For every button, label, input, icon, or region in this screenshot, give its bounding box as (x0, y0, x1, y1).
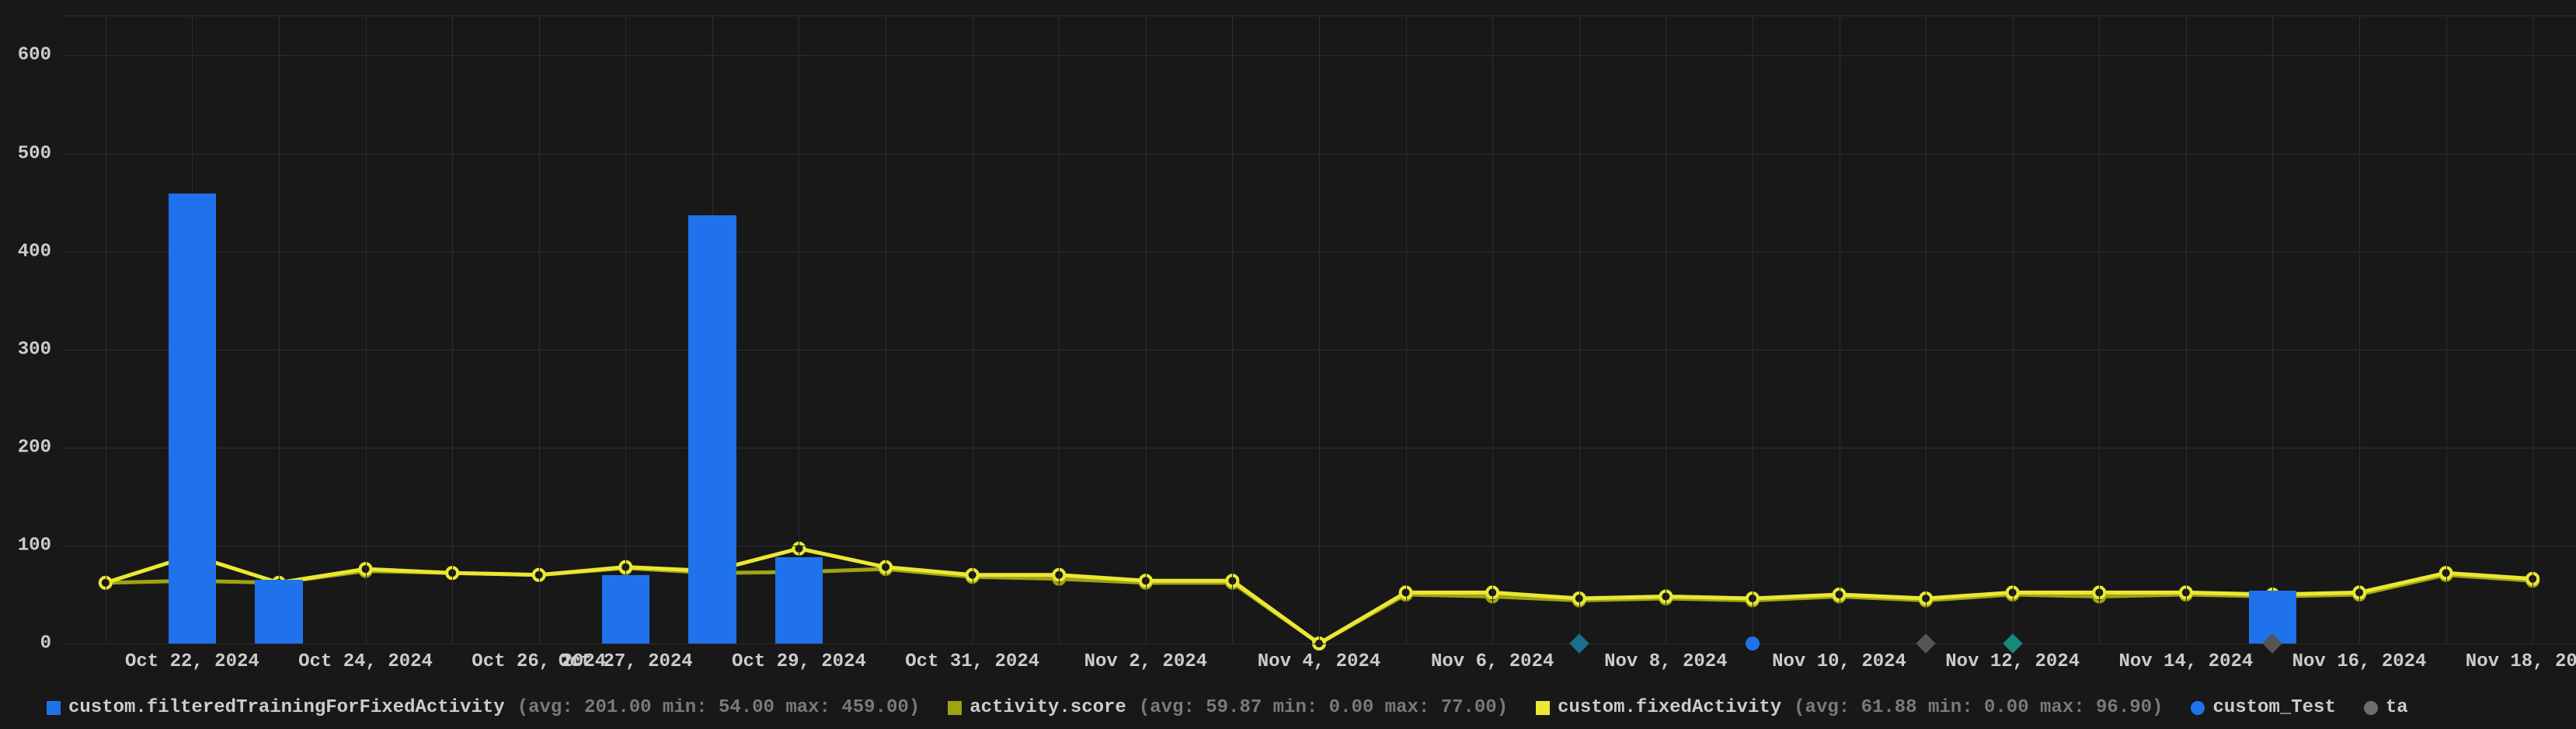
y-tick-label: 0 (40, 633, 62, 654)
legend-label: activity.score (969, 697, 1126, 718)
legend-swatch (2364, 701, 2378, 715)
legend-label: custom.fixedActivity (1558, 697, 1781, 718)
legend-item-activity-score[interactable]: activity.score (avg: 59.87 min: 0.00 max… (948, 697, 1508, 718)
point-marker[interactable] (1746, 637, 1760, 651)
legend-stats: (avg: 61.88 min: 0.00 max: 96.90) (1794, 697, 2163, 718)
legend-swatch (1536, 701, 1550, 715)
legend-label: ta (2386, 697, 2408, 718)
y-tick-label: 600 (18, 45, 62, 66)
x-tick-label: Oct 29, 2024 (732, 644, 866, 672)
bar[interactable] (688, 215, 736, 644)
y-tick-label: 200 (18, 437, 62, 458)
x-tick-label: Nov 4, 2024 (1258, 644, 1380, 672)
x-tick-label: Nov 18, 2024 (2466, 644, 2576, 672)
bar[interactable] (255, 580, 302, 644)
legend-swatch (2191, 701, 2205, 715)
chart-panel: 0 100 200 300 400 500 600 Oct 22, 2024 Oct 24, 2… (0, 0, 2576, 729)
x-tick-label: Nov 16, 2024 (2292, 644, 2427, 672)
x-tick-label: Oct 24, 2024 (298, 644, 433, 672)
legend-stats: (avg: 59.87 min: 0.00 max: 77.00) (1139, 697, 1508, 718)
y-tick-label: 400 (18, 241, 62, 262)
bar[interactable] (169, 194, 216, 644)
legend-item-filtered-training[interactable]: custom.filteredTrainingForFixedActivity … (47, 697, 920, 718)
x-tick-label: Nov 8, 2024 (1604, 644, 1727, 672)
legend-item-tags[interactable]: ta (2364, 697, 2408, 718)
legend-item-custom-test[interactable]: custom_Test (2191, 697, 2335, 718)
legend-swatch (47, 701, 61, 715)
x-tick-label: Nov 6, 2024 (1431, 644, 1554, 672)
y-tick-label: 500 (18, 143, 62, 164)
bar[interactable] (602, 575, 649, 644)
x-tick-label: Nov 10, 2024 (1772, 644, 1906, 672)
x-tick-label: Oct 22, 2024 (125, 644, 259, 672)
legend-swatch (948, 701, 962, 715)
plot-area[interactable]: 0100200300400500600Oct 22, 2024Oct 24, 2… (62, 16, 2576, 644)
legend-stats: (avg: 201.00 min: 54.00 max: 459.00) (517, 697, 920, 718)
legend: custom.filteredTrainingForFixedActivity … (47, 697, 2576, 718)
legend-item-fixed-activity[interactable]: custom.fixedActivity (avg: 61.88 min: 0.… (1536, 697, 2163, 718)
x-tick-label: Nov 14, 2024 (2118, 644, 2253, 672)
x-tick-label: Oct 27, 2024 (559, 644, 693, 672)
legend-label: custom.filteredTrainingForFixedActivity (68, 697, 505, 718)
bar[interactable] (775, 557, 823, 644)
y-tick-label: 100 (18, 535, 62, 556)
legend-label: custom_Test (2212, 697, 2335, 718)
y-tick-label: 300 (18, 339, 62, 360)
x-tick-label: Oct 31, 2024 (905, 644, 1039, 672)
x-tick-label: Nov 2, 2024 (1084, 644, 1207, 672)
